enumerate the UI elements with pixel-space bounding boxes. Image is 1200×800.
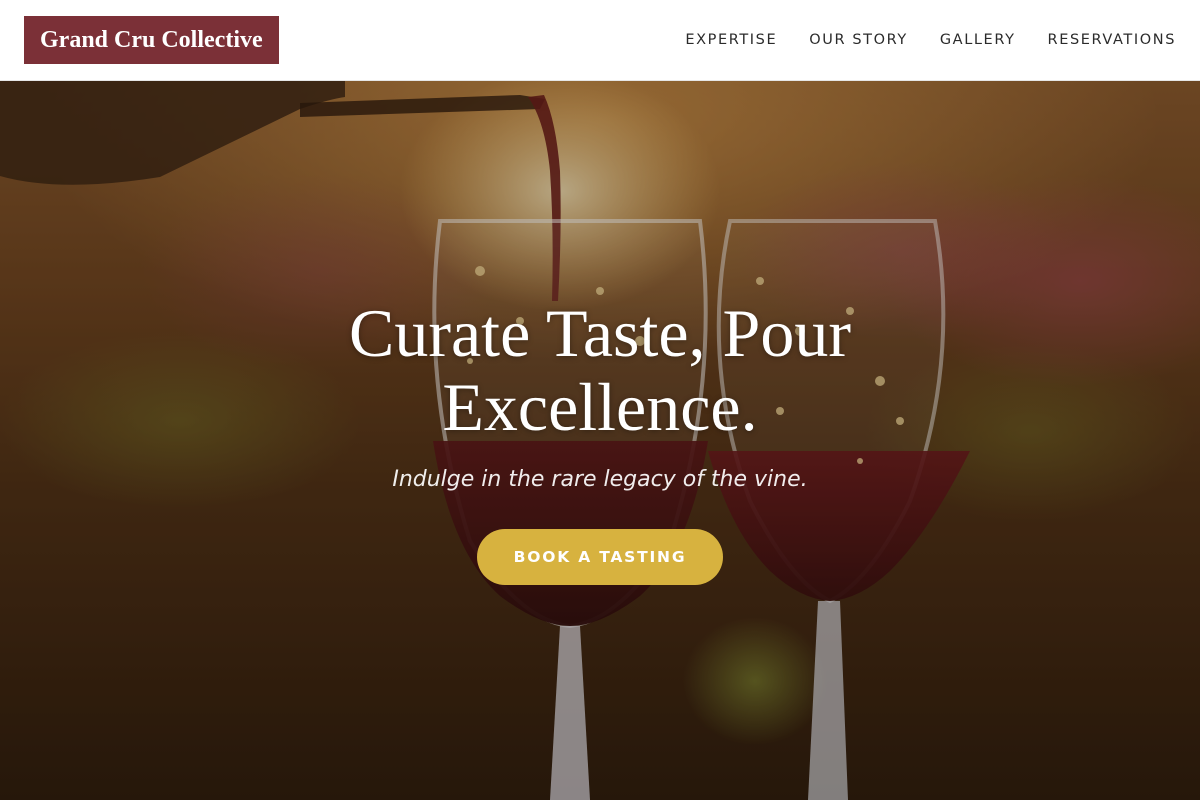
hero-heading-line-1: Curate Taste, Pour	[349, 295, 851, 371]
site-logo[interactable]: Grand Cru Collective	[24, 16, 279, 64]
nav-link-gallery[interactable]: GALLERY	[940, 32, 1016, 48]
hero-section: Curate Taste, Pour Excellence. Indulge i…	[0, 81, 1200, 800]
hero-tagline: Indulge in the rare legacy of the vine.	[392, 467, 808, 492]
hero-heading-line-2: Excellence.	[442, 369, 758, 445]
book-tasting-button[interactable]: BOOK A TASTING	[477, 529, 723, 585]
nav-link-expertise[interactable]: EXPERTISE	[685, 32, 777, 48]
hero-content: Curate Taste, Pour Excellence. Indulge i…	[0, 81, 1200, 800]
site-header: Grand Cru Collective EXPERTISE OUR STORY…	[0, 0, 1200, 81]
nav-link-our-story[interactable]: OUR STORY	[809, 32, 908, 48]
nav-link-reservations[interactable]: RESERVATIONS	[1048, 32, 1176, 48]
hero-heading: Curate Taste, Pour Excellence.	[250, 296, 950, 444]
main-nav: EXPERTISE OUR STORY GALLERY RESERVATIONS	[685, 32, 1176, 48]
